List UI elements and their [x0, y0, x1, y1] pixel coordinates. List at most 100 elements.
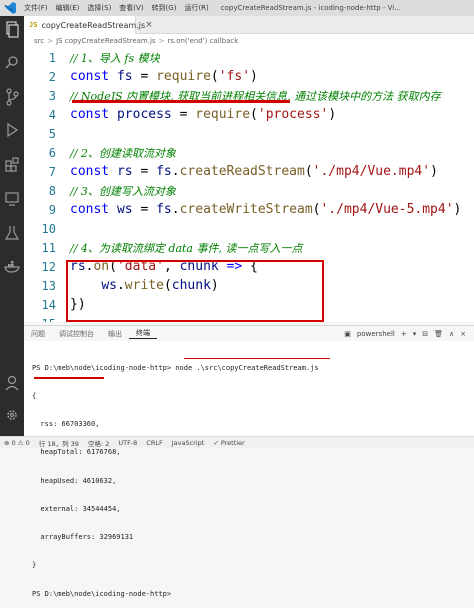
code-line[interactable]: 11 // 4、为读取流绑定 data 事件, 读一点写入一点 — [24, 238, 474, 257]
code-token: const — [70, 164, 117, 179]
breadcrumb-file[interactable]: JS copyCreateReadStream.js — [56, 37, 155, 45]
breadcrumb-folder[interactable]: src — [34, 37, 44, 45]
shell-selector[interactable]: powershell — [357, 330, 395, 338]
source-control-icon[interactable] — [0, 84, 24, 110]
line-number: 1 — [48, 50, 56, 65]
code-line[interactable]: 10 — [24, 219, 474, 238]
code-token: 'process' — [257, 107, 329, 122]
menu-run[interactable]: 运行(R) — [180, 3, 212, 13]
code-text: // 3、创建写入流对象 — [58, 183, 176, 199]
code-token: createWriteStream — [179, 202, 313, 217]
code-text: const fs = require('fs') — [58, 69, 258, 84]
terminal-output-line: external: 34544454, — [32, 504, 121, 513]
window-title: copyCreateReadStream.js - icoding-node-h… — [220, 4, 401, 12]
account-icon[interactable] — [0, 370, 24, 396]
code-token: ) — [328, 107, 337, 122]
terminal-output-line: arrayBuffers: 32969131 — [32, 533, 134, 542]
code-token: createReadStream — [179, 164, 305, 179]
red-box-annotation — [66, 260, 324, 322]
status-prettier[interactable]: ✓ Prettier — [213, 439, 244, 447]
code-line[interactable]: 9 const ws = fs.createWriteStream('./mp4/… — [24, 200, 474, 219]
line-number: 11 — [41, 240, 56, 255]
testing-icon[interactable] — [0, 220, 24, 246]
line-number: 9 — [48, 202, 56, 217]
breadcrumb-separator: > — [158, 36, 165, 45]
menu-edit[interactable]: 编辑(E) — [52, 3, 84, 13]
terminal-output-line: heapUsed: 4610632, — [32, 476, 117, 485]
terminal-command: node .\src\copyCreateReadStream.js — [175, 363, 319, 372]
line-number: 2 — [48, 69, 56, 84]
code-token: // 1、导入 fs 模块 — [70, 51, 160, 65]
code-token: require — [156, 69, 211, 84]
tab-debug-console[interactable]: 调试控制台 — [52, 329, 101, 339]
docker-icon[interactable] — [0, 254, 24, 280]
code-token: const — [70, 202, 117, 217]
code-line[interactable]: 4 const process = require('process') — [24, 105, 474, 124]
kill-terminal-button[interactable]: 🗑 — [434, 330, 443, 338]
terminal-output-line: } — [32, 561, 37, 570]
code-token: const — [70, 107, 117, 122]
code-token: = — [132, 69, 157, 84]
code-token: rs — [116, 164, 133, 179]
code-token: = — [171, 107, 196, 122]
extensions-icon[interactable] — [0, 152, 24, 178]
menu-view[interactable]: 查看(V) — [115, 3, 147, 13]
code-text: const process = require('process') — [58, 107, 336, 122]
new-terminal-button[interactable]: + — [401, 330, 407, 338]
code-token: fs — [156, 164, 172, 179]
terminal-dropdown-button[interactable]: ▾ — [413, 330, 417, 338]
line-number: 14 — [41, 297, 56, 312]
remote-explorer-icon[interactable] — [0, 186, 24, 212]
code-line[interactable]: 7 const rs = fs.createReadStream('./mp4/V… — [24, 162, 474, 181]
status-problems[interactable]: ⊗ 0 ⚠ 0 — [4, 439, 30, 447]
tab-copy-create-read-stream[interactable]: JS copyCreateReadStream.js × — [24, 16, 153, 34]
menu-file[interactable]: 文件(F) — [20, 3, 52, 13]
editor-tab-bar: JS copyCreateReadStream.js × — [24, 16, 474, 34]
code-line[interactable]: 8 // 3、创建写入流对象 — [24, 181, 474, 200]
close-panel-button[interactable]: × — [460, 330, 466, 338]
breadcrumb-separator: > — [47, 36, 54, 45]
line-number: 7 — [48, 164, 56, 179]
status-eol[interactable]: CRLF — [146, 439, 162, 447]
panel-controls: ▣ powershell + ▾ ⊟ 🗑 ∧ × — [344, 330, 474, 338]
line-number: 13 — [41, 278, 56, 293]
code-token: ) — [250, 69, 258, 84]
close-icon[interactable]: × — [145, 20, 153, 30]
status-bar: ⊗ 0 ⚠ 0 行 18，列 39 空格: 2 UTF-8 CRLF JavaS… — [0, 436, 474, 448]
search-icon[interactable] — [0, 50, 24, 76]
code-token: fs — [156, 202, 172, 217]
settings-gear-icon[interactable] — [0, 402, 24, 428]
activity-bar — [0, 16, 24, 436]
status-cursor-position[interactable]: 行 18，列 39 — [39, 438, 79, 448]
status-encoding[interactable]: UTF-8 — [118, 439, 137, 447]
line-number: 6 — [48, 145, 56, 160]
code-token: ws — [116, 202, 133, 217]
terminal-output-line: { — [32, 392, 37, 401]
split-terminal-button[interactable]: ⊟ — [422, 330, 428, 338]
code-line[interactable]: 1 // 1、导入 fs 模块 — [24, 48, 474, 67]
terminal-output-line: heapTotal: 6176768, — [32, 448, 121, 457]
status-indentation[interactable]: 空格: 2 — [88, 438, 109, 448]
code-line[interactable]: 6 // 2、创建读取流对象 — [24, 143, 474, 162]
tab-terminal[interactable]: 终端 — [129, 328, 157, 339]
terminal-command-line: PS D:\meb\node\icoding-node-http> node .… — [32, 364, 474, 373]
explorer-icon[interactable] — [0, 16, 24, 42]
code-token: // 2、创建读取流对象 — [70, 146, 176, 160]
vscode-logo-icon — [4, 2, 16, 14]
maximize-panel-button[interactable]: ∧ — [449, 330, 454, 338]
menu-go[interactable]: 转到(G) — [148, 3, 181, 13]
terminal-prompt: PS D:\meb\node\icoding-node-http> — [32, 363, 176, 372]
terminal[interactable]: PS D:\meb\node\icoding-node-http> node .… — [24, 341, 474, 598]
menu-selection[interactable]: 选择(S) — [83, 3, 115, 13]
red-underline-annotation — [184, 358, 330, 359]
code-line[interactable]: 5 — [24, 124, 474, 143]
run-debug-icon[interactable] — [0, 118, 24, 144]
tab-problems[interactable]: 问题 — [24, 329, 52, 339]
code-line[interactable]: 2 const fs = require('fs') — [24, 67, 474, 86]
tab-output[interactable]: 输出 — [101, 329, 129, 339]
breadcrumb: src > JS copyCreateReadStream.js > rs.on… — [24, 34, 474, 47]
status-language[interactable]: JavaScript — [172, 439, 205, 447]
line-number: 4 — [48, 107, 56, 122]
breadcrumb-symbol[interactable]: rs.on('end') callback — [167, 37, 238, 45]
panel-tab-bar: 问题 调试控制台 输出 终端 ▣ powershell + ▾ ⊟ 🗑 ∧ × — [24, 325, 474, 341]
